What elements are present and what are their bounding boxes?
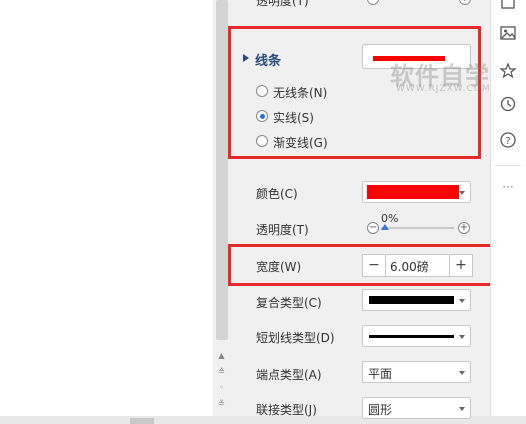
svg-text:?: ? — [505, 136, 510, 147]
transparency-slider-thumb[interactable] — [381, 224, 389, 230]
fill-icon[interactable] — [499, 0, 517, 14]
chevron-down-icon — [459, 407, 465, 411]
compound-type-label: 复合类型(C) — [256, 296, 322, 310]
horizontal-scrollbar-thumb[interactable] — [130, 418, 154, 424]
cap-type-value: 平面 — [368, 367, 393, 381]
scrollbar-thumb[interactable] — [216, 0, 228, 340]
prev-page-icon[interactable]: ≙ — [215, 366, 228, 378]
transparency-increase-button[interactable]: + — [458, 222, 470, 234]
history-icon[interactable] — [499, 95, 517, 113]
compound-type-dropdown[interactable] — [362, 289, 471, 311]
transparency-slider-track[interactable] — [381, 227, 454, 229]
cap-type-label: 端点类型(A) — [256, 368, 322, 382]
dash-type-label: 短划线类型(D) — [256, 331, 335, 345]
watermark-url: WWW.RJZXW.COM — [396, 84, 491, 94]
chevron-down-icon — [459, 371, 465, 375]
transparency-decrease-button[interactable]: − — [367, 222, 379, 234]
star-icon[interactable] — [499, 62, 517, 80]
cap-type-dropdown[interactable]: 平面 — [362, 361, 471, 383]
more-icon[interactable]: ··· — [499, 181, 517, 200]
join-type-value: 圆形 — [368, 403, 393, 417]
transparency-label: 透明度(T) — [256, 223, 309, 237]
join-type-dropdown[interactable]: 圆形 — [362, 397, 471, 419]
dash-type-dropdown[interactable] — [362, 325, 471, 347]
top-transparency-label: 透明度(T) — [256, 0, 309, 8]
join-type-label: 联接类型(J) — [256, 403, 317, 417]
image-icon[interactable] — [499, 24, 517, 42]
color-label: 颜色(C) — [256, 187, 298, 201]
chevron-down-icon — [459, 191, 465, 195]
chevron-down-icon — [459, 335, 465, 339]
next-page-icon[interactable]: ≚ — [215, 398, 228, 410]
help-icon[interactable]: ? — [499, 131, 517, 149]
select-object-icon[interactable]: ◦ — [215, 382, 228, 394]
compound-line-sample — [369, 296, 454, 304]
color-swatch — [367, 185, 459, 199]
document-area — [0, 0, 213, 416]
width-highlight — [228, 244, 493, 286]
rail-divider — [495, 165, 521, 166]
scroll-up-arrow-icon[interactable]: ▲ — [215, 350, 228, 362]
color-dropdown[interactable] — [362, 181, 471, 203]
dash-line-sample — [369, 335, 454, 338]
chevron-down-icon — [459, 299, 465, 303]
